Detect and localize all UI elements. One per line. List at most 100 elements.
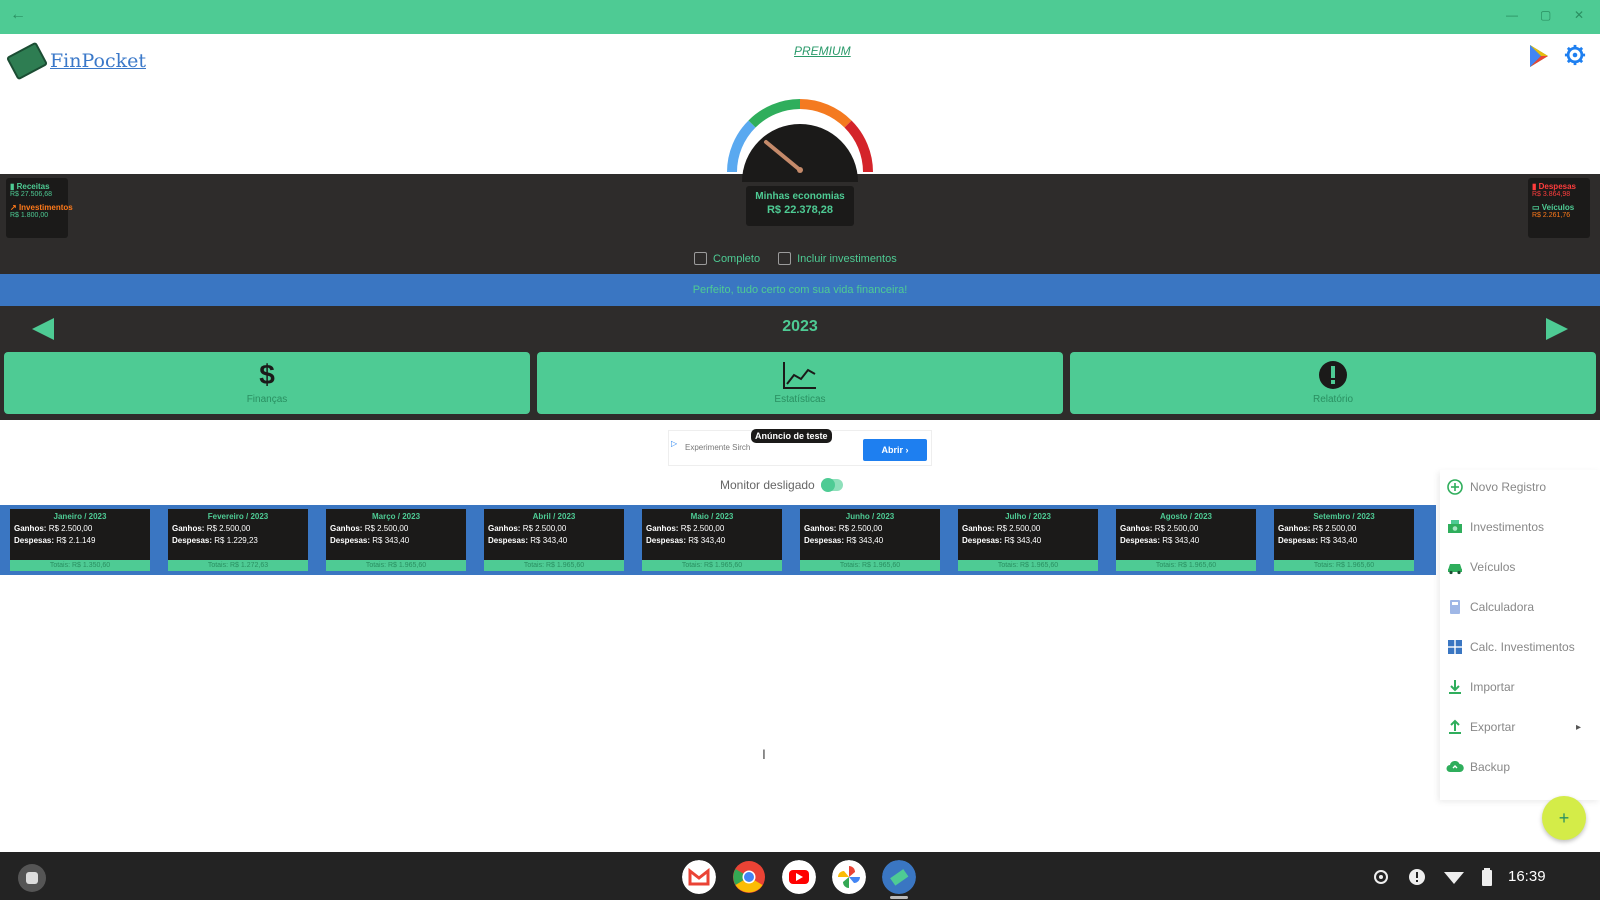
submenu-caret-icon: ▸ (1576, 721, 1582, 733)
menu-item-backup[interactable]: Backup (1440, 752, 1600, 782)
month-despesas: Despesas: R$ 343,40 (1120, 536, 1200, 545)
chrome-icon[interactable] (732, 860, 766, 894)
month-ganhos: Ganhos: R$ 2.500,00 (1120, 524, 1199, 533)
close-icon[interactable]: ✕ (1574, 8, 1584, 22)
calculator-icon (1450, 600, 1460, 614)
veiculos-label: ▭ Veículos (1532, 203, 1575, 212)
menu-item-veiculos[interactable]: Veículos (1440, 552, 1600, 582)
month-card[interactable]: Maio / 2023 Ganhos: R$ 2.500,00 Despesas… (642, 509, 782, 571)
month-title: Agosto / 2023 (1159, 512, 1212, 521)
line-chart-icon (537, 360, 1063, 390)
month-card[interactable]: Janeiro / 2023 Ganhos: R$ 2.500,00 Despe… (10, 509, 150, 571)
despesas-value: R$ 3.864,98 (1532, 191, 1571, 198)
savings-box: Minhas economias R$ 22.378,28 (746, 186, 854, 226)
settings-tray-icon[interactable] (1372, 868, 1390, 886)
veiculos-value: R$ 2.261,76 (1532, 212, 1571, 219)
month-total: Totais: R$ 1.965,60 (326, 560, 466, 571)
system-clock[interactable]: 16:39 (1508, 868, 1546, 885)
ad-banner[interactable]: ▷ Anúncio de teste Experimente Sirch Abr… (668, 429, 932, 466)
menu-item-novo-registro[interactable]: Novo Registro (1440, 472, 1600, 502)
maximize-icon[interactable]: ▢ (1540, 8, 1551, 22)
upload-icon (1449, 719, 1461, 734)
tab-relatorio[interactable]: Relatório (1070, 352, 1596, 414)
text-cursor-icon: I (762, 746, 766, 762)
checkbox-box[interactable] (778, 252, 792, 265)
tab-estatisticas[interactable]: Estatísticas (537, 352, 1063, 414)
month-card[interactable]: Abril / 2023 Ganhos: R$ 2.500,00 Despesa… (484, 509, 624, 571)
checkbox-box[interactable] (694, 252, 707, 265)
monitor-toggle[interactable] (820, 478, 843, 492)
launcher-button[interactable] (18, 864, 46, 892)
completo-label: Completo (713, 252, 761, 265)
fab-menu: Novo Registro Investimentos Veículos Cal… (1440, 470, 1600, 800)
month-despesas: Despesas: R$ 343,40 (488, 536, 568, 545)
month-ganhos: Ganhos: R$ 2.500,00 (804, 524, 883, 533)
ad-test-tag: Anúncio de teste (751, 429, 832, 443)
os-taskbar: 16:39 (0, 852, 1600, 900)
income-investment-box: ▮ Receitas R$ 27.506,68 ↗ Investimentos … (6, 178, 73, 238)
investimentos-label: ↗ Investimentos (10, 203, 73, 212)
tab-label: Finanças (246, 394, 288, 405)
month-title: Setembro / 2023 (1313, 512, 1375, 521)
menu-item-calc-investimentos[interactable]: Calc. Investimentos (1440, 632, 1600, 662)
menu-item-label: Backup (1470, 760, 1511, 774)
menu-item-label: Novo Registro (1470, 480, 1547, 494)
menu-item-investimentos[interactable]: Investimentos (1440, 512, 1600, 542)
month-total: Totais: R$ 1.965,60 (958, 560, 1098, 571)
savings-label: Minhas economias (755, 191, 845, 202)
investimentos-value: R$ 1.800,00 (10, 212, 49, 219)
month-card[interactable]: Março / 2023 Ganhos: R$ 2.500,00 Despesa… (326, 509, 466, 571)
ad-open-button[interactable]: Abrir › (863, 439, 927, 461)
battery-icon[interactable] (1482, 868, 1492, 886)
month-despesas: Despesas: R$ 343,40 (646, 536, 726, 545)
menu-item-label: Calc. Investimentos (1470, 640, 1575, 654)
month-total: Totais: R$ 1.965,60 (1274, 560, 1414, 571)
notification-tray-icon[interactable] (1408, 868, 1426, 886)
month-despesas: Despesas: R$ 343,40 (962, 536, 1042, 545)
menu-item-exportar[interactable]: Exportar ▸ (1440, 712, 1600, 742)
alert-icon (1070, 360, 1596, 390)
incluir-investimentos-checkbox[interactable]: Incluir investimentos (778, 252, 897, 265)
section-tabs: $ Finanças Estatísticas Relatório (0, 350, 1600, 420)
menu-item-label: Veículos (1470, 560, 1516, 574)
tab-financas[interactable]: $ Finanças (4, 352, 530, 414)
photos-icon[interactable] (832, 860, 866, 894)
cloud-upload-icon (1446, 760, 1464, 772)
dollar-icon: $ (259, 359, 275, 390)
month-ganhos: Ganhos: R$ 2.500,00 (1278, 524, 1357, 533)
wifi-icon[interactable] (1444, 868, 1464, 886)
menu-item-importar[interactable]: Importar (1440, 672, 1600, 702)
month-title: Abril / 2023 (532, 512, 576, 521)
premium-link[interactable]: PREMIUM (794, 44, 851, 58)
completo-checkbox[interactable]: Completo (694, 252, 760, 265)
tab-label: Relatório (1312, 394, 1354, 405)
next-year-arrow-icon[interactable] (1546, 318, 1568, 340)
gear-icon[interactable] (1564, 44, 1586, 66)
receitas-value: R$ 27.506,68 (10, 191, 53, 198)
month-title: Julho / 2023 (1005, 512, 1051, 521)
month-card[interactable]: Fevereiro / 2023 Ganhos: R$ 2.500,00 Des… (168, 509, 308, 571)
month-card[interactable]: Junho / 2023 Ganhos: R$ 2.500,00 Despesa… (800, 509, 940, 571)
incluir-investimentos-label: Incluir investimentos (797, 252, 897, 265)
menu-item-calculadora[interactable]: Calculadora (1440, 592, 1600, 622)
youtube-icon[interactable] (782, 860, 816, 894)
month-card[interactable]: Agosto / 2023 Ganhos: R$ 2.500,00 Despes… (1116, 509, 1256, 571)
gmail-icon[interactable] (682, 860, 716, 894)
back-arrow-icon[interactable]: ← (10, 6, 26, 24)
app-window: ← — ▢ ✕ FinPocket PREMIUM ▮ Receitas R$ … (0, 0, 1600, 900)
google-play-icon[interactable] (1528, 44, 1550, 68)
ad-choices-icon[interactable]: ▷ (671, 439, 677, 459)
month-card[interactable]: Setembro / 2023 Ganhos: R$ 2.500,00 Desp… (1274, 509, 1414, 571)
finpocket-icon[interactable] (882, 860, 916, 894)
months-strip[interactable]: Janeiro / 2023 Ganhos: R$ 2.500,00 Despe… (0, 505, 1436, 575)
expense-vehicle-box: ▮ Despesas R$ 3.864,98 ▭ Veículos R$ 2.2… (1528, 178, 1590, 238)
month-card[interactable]: Julho / 2023 Ganhos: R$ 2.500,00 Despesa… (958, 509, 1098, 571)
add-fab-button[interactable]: + (1542, 796, 1586, 840)
banknote-logo-icon (5, 41, 49, 81)
month-total: Totais: R$ 1.272,63 (168, 560, 308, 571)
add-circle-icon (1447, 479, 1463, 495)
download-icon (1449, 680, 1461, 694)
month-total: Totais: R$ 1.965,60 (484, 560, 624, 571)
year-label: 2023 (782, 318, 818, 335)
minimize-icon[interactable]: — (1506, 8, 1518, 22)
